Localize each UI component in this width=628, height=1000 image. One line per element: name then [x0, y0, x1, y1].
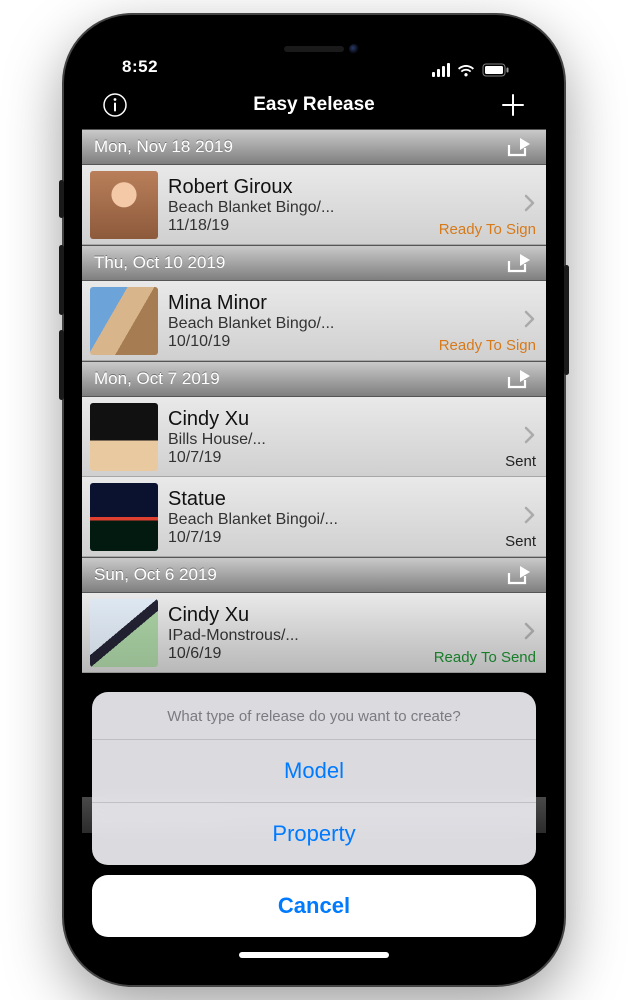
action-sheet: What type of release do you want to crea…: [92, 692, 536, 865]
screen: 8:52 Easy Release Mon, Nov 18 2019Ro: [82, 33, 546, 967]
side-button: [59, 245, 64, 315]
sheet-option-property[interactable]: Property: [92, 803, 536, 865]
side-button: [564, 265, 569, 375]
home-indicator: [239, 952, 389, 958]
sheet-title: What type of release do you want to crea…: [92, 692, 536, 740]
phone-frame: 8:52 Easy Release Mon, Nov 18 2019Ro: [64, 15, 564, 985]
side-button: [59, 180, 64, 218]
sheet-option-model[interactable]: Model: [92, 740, 536, 803]
side-button: [59, 330, 64, 400]
action-sheet-overlay: What type of release do you want to crea…: [82, 33, 546, 967]
sheet-cancel-button[interactable]: Cancel: [92, 875, 536, 937]
